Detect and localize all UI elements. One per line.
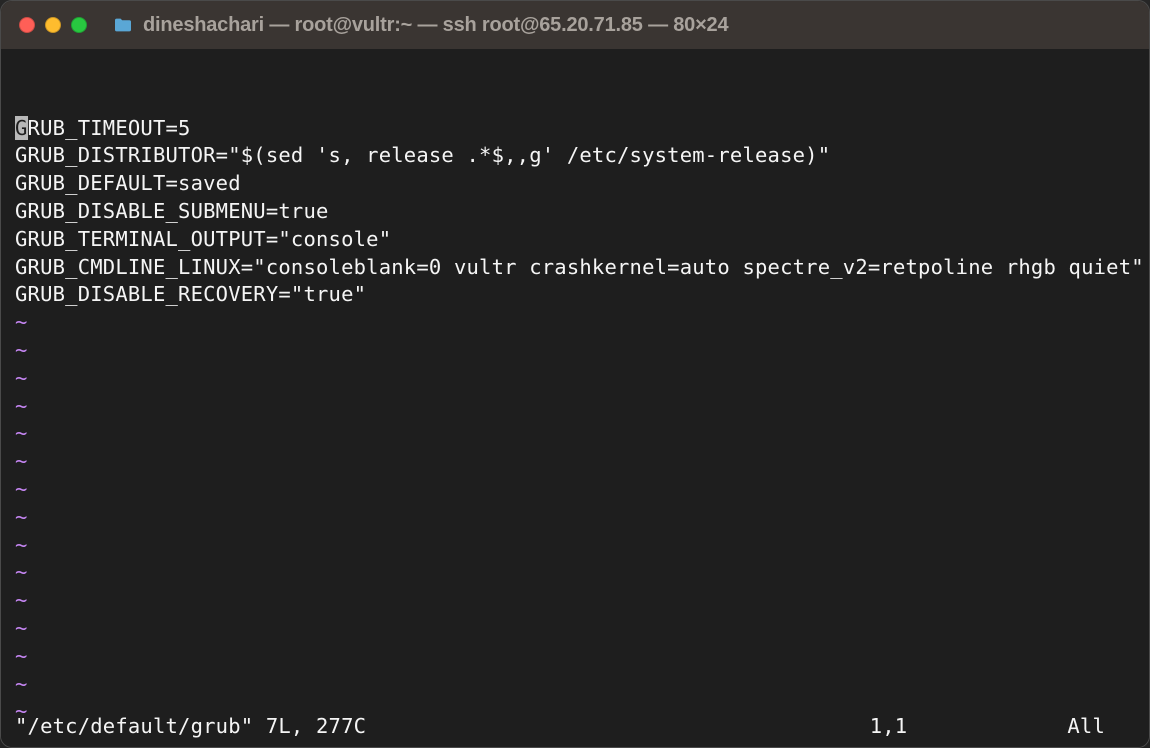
empty-line-tilde: ~ bbox=[15, 671, 1145, 699]
minimize-button[interactable] bbox=[45, 17, 61, 33]
empty-line-tilde: ~ bbox=[15, 309, 1145, 337]
close-button[interactable] bbox=[19, 17, 35, 33]
content-line: GRUB_DEFAULT=saved bbox=[15, 170, 1145, 198]
window-title: dineshachari — root@vultr:~ — ssh root@6… bbox=[143, 14, 728, 37]
empty-line-tilde: ~ bbox=[15, 365, 1145, 393]
empty-line-tilde: ~ bbox=[15, 448, 1145, 476]
empty-line-tilde: ~ bbox=[15, 587, 1145, 615]
empty-line-tilde: ~ bbox=[15, 532, 1145, 560]
traffic-lights bbox=[19, 17, 87, 33]
empty-line-tilde: ~ bbox=[15, 559, 1145, 587]
vim-status-line: "/etc/default/grub" 7L, 277C 1,1 All bbox=[15, 713, 1135, 741]
content-line: GRUB_DISABLE_SUBMENU=true bbox=[15, 198, 1145, 226]
terminal-window: dineshachari — root@vultr:~ — ssh root@6… bbox=[0, 0, 1150, 748]
empty-line-tilde: ~ bbox=[15, 420, 1145, 448]
empty-line-tilde: ~ bbox=[15, 643, 1145, 671]
titlebar[interactable]: dineshachari — root@vultr:~ — ssh root@6… bbox=[1, 1, 1149, 49]
terminal-body[interactable]: GRUB_TIMEOUT=5GRUB_DISTRIBUTOR="$(sed 's… bbox=[1, 49, 1149, 747]
content-line: GRUB_TERMINAL_OUTPUT="console" bbox=[15, 226, 1145, 254]
maximize-button[interactable] bbox=[71, 17, 87, 33]
status-file-info: "/etc/default/grub" 7L, 277C bbox=[15, 713, 366, 741]
cursor: G bbox=[15, 116, 28, 140]
empty-line-tilde: ~ bbox=[15, 615, 1145, 643]
empty-line-tilde: ~ bbox=[15, 393, 1145, 421]
content-line: GRUB_TIMEOUT=5 bbox=[15, 115, 1145, 143]
empty-line-tilde: ~ bbox=[15, 504, 1145, 532]
content-line: GRUB_CMDLINE_LINUX="consoleblank=0 vultr… bbox=[15, 254, 1145, 282]
status-cursor-position: 1,1 bbox=[870, 713, 908, 741]
content-line: GRUB_DISTRIBUTOR="$(sed 's, release .*$,… bbox=[15, 142, 1145, 170]
empty-line-tilde: ~ bbox=[15, 337, 1145, 365]
status-scroll-indicator: All bbox=[1067, 713, 1105, 741]
folder-icon bbox=[113, 17, 133, 33]
editor-content[interactable]: GRUB_TIMEOUT=5GRUB_DISTRIBUTOR="$(sed 's… bbox=[15, 115, 1145, 727]
empty-line-tilde: ~ bbox=[15, 476, 1145, 504]
content-line: GRUB_DISABLE_RECOVERY="true" bbox=[15, 281, 1145, 309]
